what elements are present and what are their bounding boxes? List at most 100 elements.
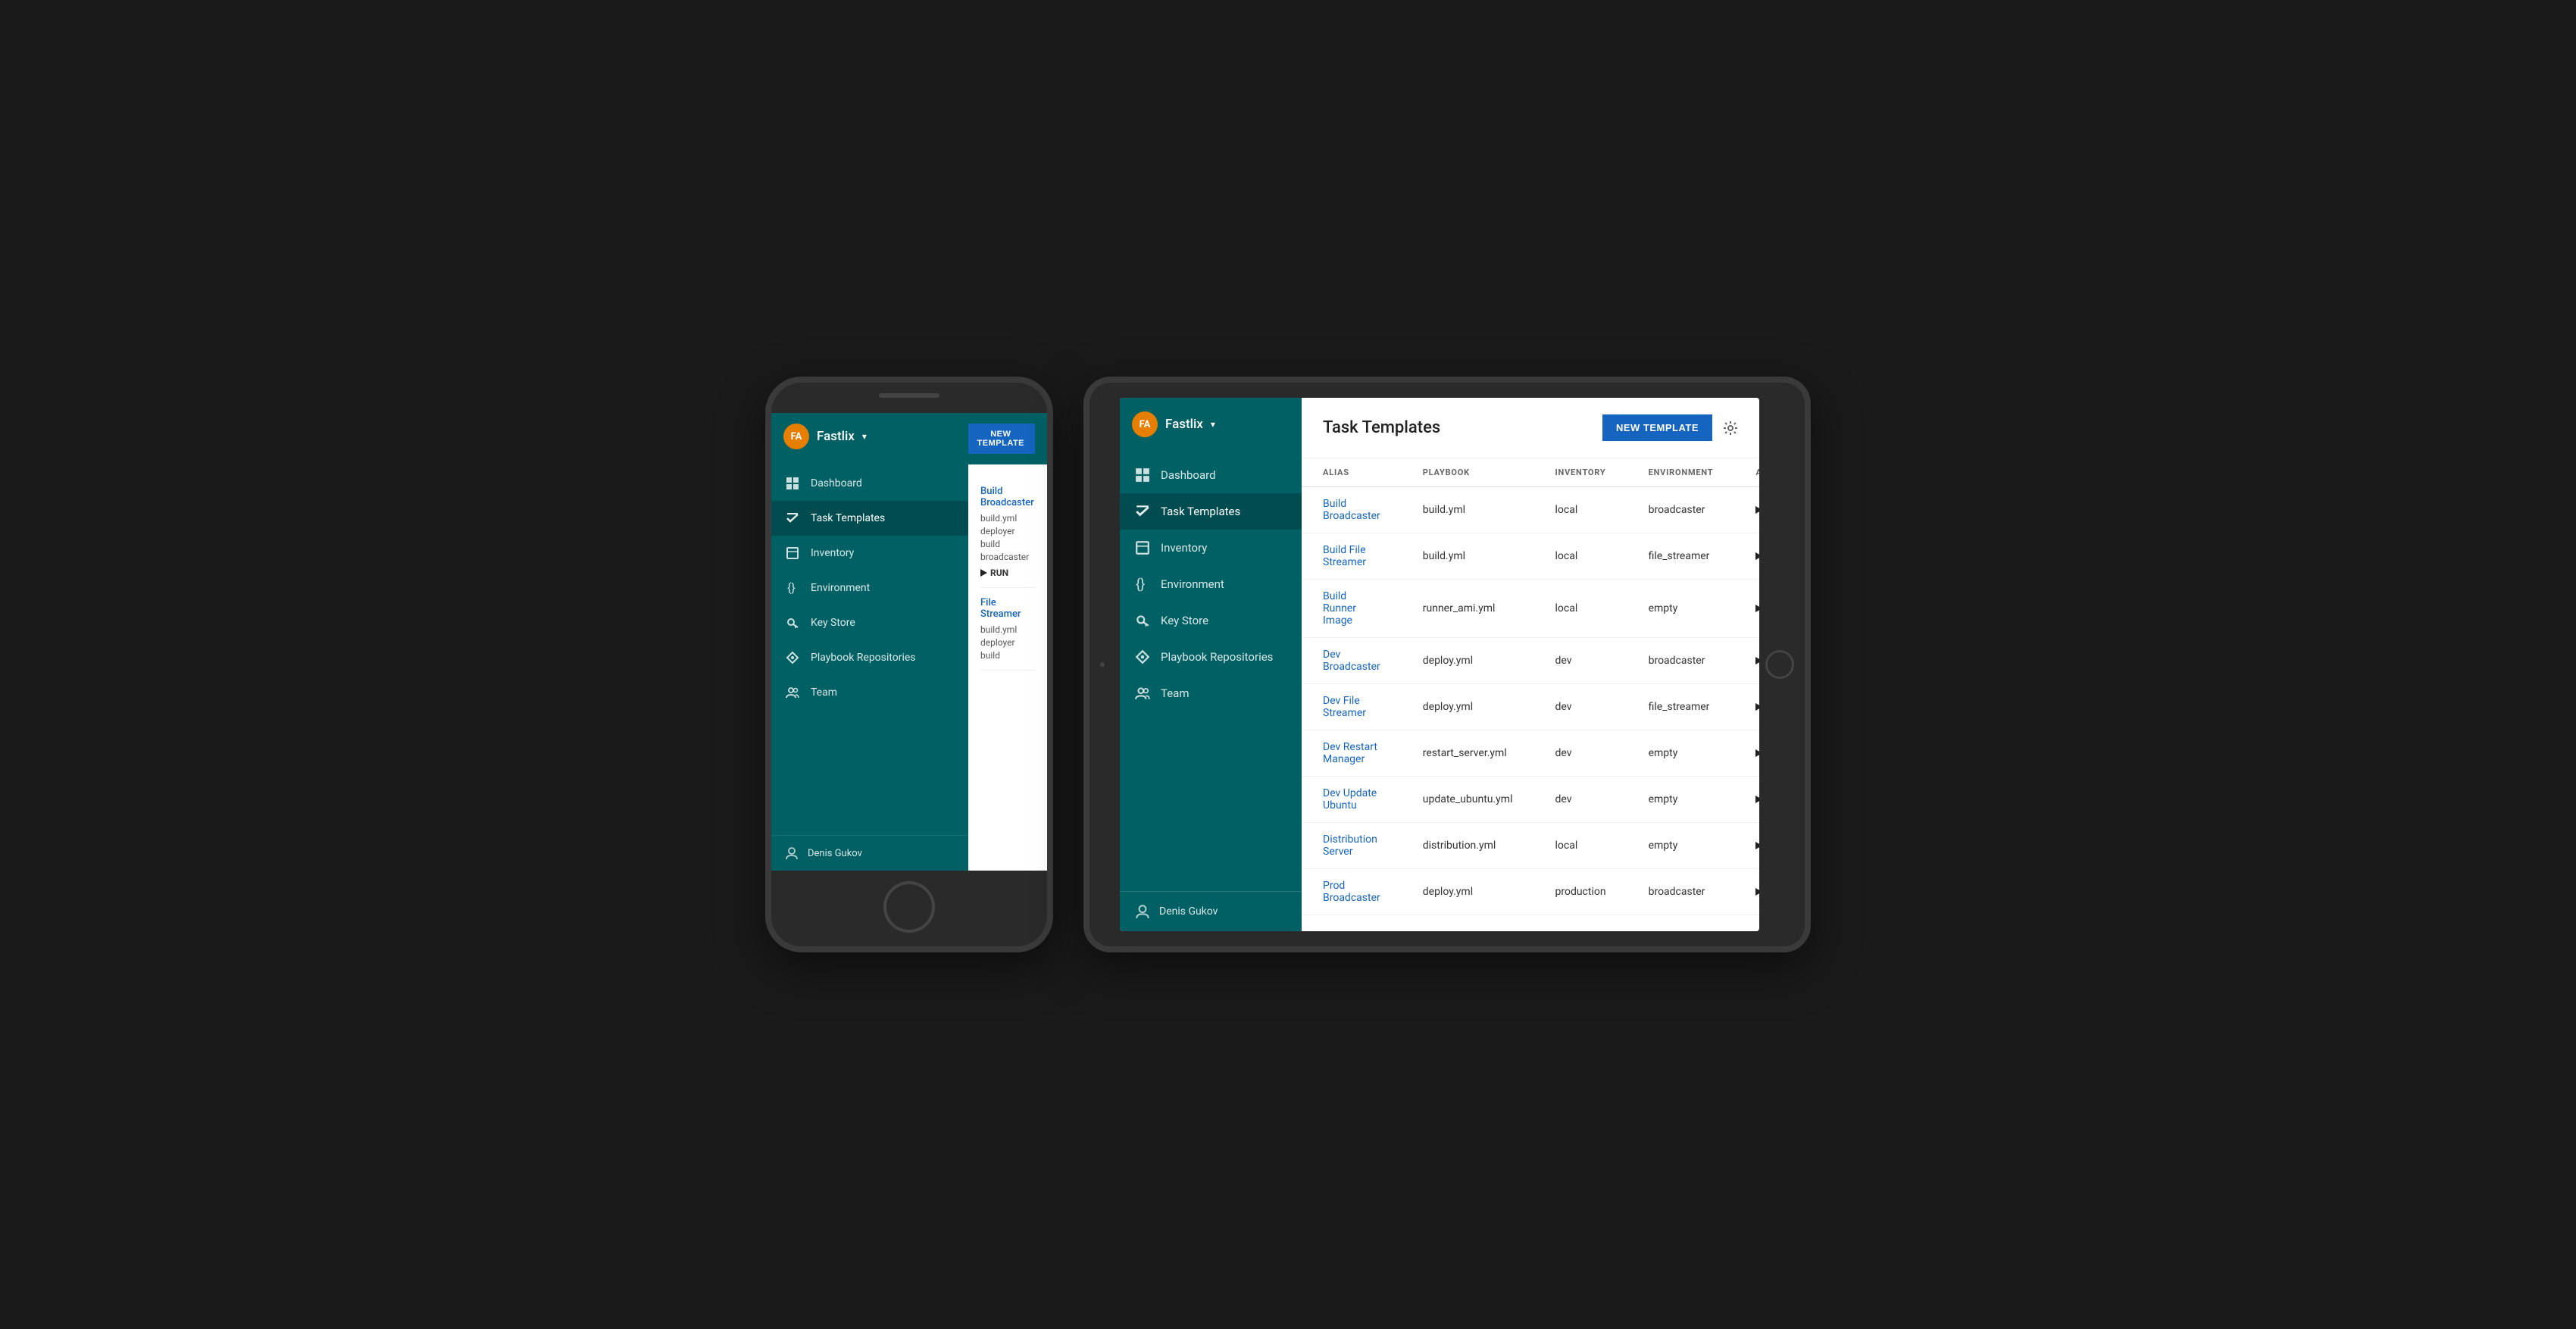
phone-content-body: Build Broadcaster build.yml deployer bui… bbox=[968, 464, 1047, 871]
phone-alias-1[interactable]: Build Broadcaster bbox=[980, 486, 1035, 508]
table-row: Prod Broadcaster deploy.yml production b… bbox=[1302, 869, 1759, 915]
tablet-user-section: Denis Gukov bbox=[1120, 891, 1302, 931]
alias-link-3[interactable]: Dev Broadcaster bbox=[1323, 649, 1380, 673]
inventory-cell-3: dev bbox=[1533, 638, 1627, 684]
tablet-nav-dashboard-label: Dashboard bbox=[1161, 468, 1216, 482]
playbook-cell-7: distribution.yml bbox=[1402, 823, 1534, 869]
phone-inv-1: deployer bbox=[980, 526, 1035, 536]
alias-link-4[interactable]: Dev File Streamer bbox=[1323, 695, 1366, 719]
play-icon-6 bbox=[1755, 796, 1759, 803]
environment-cell-0: broadcaster bbox=[1627, 487, 1735, 533]
tablet-nav-key-store-label: Key Store bbox=[1161, 614, 1208, 627]
data-table: ALIAS PLAYBOOK INVENTORY ENVIRONMENT ACT… bbox=[1302, 458, 1759, 931]
header-actions: NEW TEMPLATE bbox=[1602, 414, 1738, 441]
play-icon-8 bbox=[1755, 888, 1759, 896]
phone-playbook-2: build.yml bbox=[980, 624, 1035, 635]
phone-nav-task-templates[interactable]: Task Templates bbox=[771, 501, 968, 536]
phone-nav-inventory[interactable]: Inventory bbox=[771, 536, 968, 571]
phone-content: NEW TEMPLATE Build Broadcaster build.yml… bbox=[968, 413, 1047, 871]
col-actions: ACTIONS bbox=[1734, 458, 1759, 487]
play-icon-4 bbox=[1755, 703, 1759, 711]
tablet-nav-environment[interactable]: {} Environment bbox=[1120, 566, 1302, 602]
alias-link-5[interactable]: Dev Restart Manager bbox=[1323, 741, 1377, 765]
tablet-nav-task-templates-label: Task Templates bbox=[1161, 505, 1240, 518]
table-header-row: ALIAS PLAYBOOK INVENTORY ENVIRONMENT ACT… bbox=[1302, 458, 1759, 487]
playbook-cell-0: build.yml bbox=[1402, 487, 1534, 533]
alias-link-2[interactable]: Build Runner Image bbox=[1323, 590, 1356, 627]
environment-cell-5: empty bbox=[1627, 730, 1735, 777]
phone-env-1: build bbox=[980, 539, 1035, 549]
run-button-5[interactable]: RUN bbox=[1755, 748, 1759, 759]
tablet-app-name: Fastlix bbox=[1165, 417, 1203, 432]
phone-nav-team[interactable]: Team bbox=[771, 675, 968, 710]
tablet-nav-playbook-repos[interactable]: Playbook Repositories bbox=[1120, 639, 1302, 675]
new-template-button[interactable]: NEW TEMPLATE bbox=[1602, 414, 1712, 441]
col-environment: ENVIRONMENT bbox=[1627, 458, 1735, 487]
environment-cell-3: broadcaster bbox=[1627, 638, 1735, 684]
phone-nav-environment-label: Environment bbox=[811, 582, 870, 594]
run-button-7[interactable]: RUN bbox=[1755, 840, 1759, 852]
alias-link-1[interactable]: Build File Streamer bbox=[1323, 544, 1366, 568]
run-button-3[interactable]: RUN bbox=[1755, 655, 1759, 667]
gear-icon bbox=[1723, 421, 1738, 436]
alias-link-7[interactable]: Distribution Server bbox=[1323, 833, 1377, 858]
playbook-repos-icon bbox=[785, 650, 800, 665]
phone-template-row-1: Build Broadcaster build.yml deployer bui… bbox=[980, 477, 1035, 588]
tablet-key-store-icon bbox=[1135, 613, 1150, 628]
phone-chevron-icon: ▾ bbox=[862, 431, 867, 442]
tablet-nav-dashboard[interactable]: Dashboard bbox=[1120, 457, 1302, 493]
svg-text:{}: {} bbox=[787, 581, 796, 595]
phone-nav-key-store-label: Key Store bbox=[811, 617, 855, 629]
alias-link-6[interactable]: Dev Update Ubuntu bbox=[1323, 787, 1377, 811]
run-button-0[interactable]: RUN bbox=[1755, 505, 1759, 516]
tablet-sidebar: FA Fastlix ▾ bbox=[1120, 398, 1302, 931]
tablet-nav-key-store[interactable]: Key Store bbox=[1120, 602, 1302, 639]
phone-content-header: NEW TEMPLATE bbox=[968, 413, 1047, 464]
play-icon-7 bbox=[1755, 842, 1759, 849]
tablet-chevron-icon: ▾ bbox=[1211, 419, 1215, 430]
settings-button[interactable] bbox=[1723, 421, 1738, 436]
tablet-nav-team[interactable]: Team bbox=[1120, 675, 1302, 711]
playbook-cell-5: restart_server.yml bbox=[1402, 730, 1534, 777]
alias-link-0[interactable]: Build Broadcaster bbox=[1323, 498, 1380, 522]
tablet-nav-inventory[interactable]: Inventory bbox=[1120, 530, 1302, 566]
table-row: Build Runner Image runner_ami.yml local … bbox=[1302, 580, 1759, 638]
table-row: Dev File Streamer deploy.yml dev file_st… bbox=[1302, 684, 1759, 730]
phone-env-2: build bbox=[980, 650, 1035, 661]
phone-nav-environment[interactable]: {} Environment bbox=[771, 571, 968, 605]
environment-cell-7: empty bbox=[1627, 823, 1735, 869]
environment-cell-4: file_streamer bbox=[1627, 684, 1735, 730]
run-button-6[interactable]: RUN bbox=[1755, 794, 1759, 805]
alias-link-8[interactable]: Prod Broadcaster bbox=[1323, 880, 1380, 904]
playbook-cell-2: runner_ami.yml bbox=[1402, 580, 1534, 638]
phone-alias-2[interactable]: File Streamer bbox=[980, 597, 1035, 620]
inventory-cell-6: dev bbox=[1533, 777, 1627, 823]
tablet-nav-inventory-label: Inventory bbox=[1161, 541, 1207, 555]
tablet-nav: Dashboard Task Templates bbox=[1120, 451, 1302, 891]
run-button-2[interactable]: RUN bbox=[1755, 603, 1759, 614]
run-button-8[interactable]: RUN bbox=[1755, 887, 1759, 898]
tablet-nav-environment-label: Environment bbox=[1161, 577, 1224, 591]
phone-new-template-button[interactable]: NEW TEMPLATE bbox=[968, 424, 1035, 454]
phone-nav-task-templates-label: Task Templates bbox=[811, 512, 885, 524]
phone-run-btn-1[interactable]: RUN bbox=[980, 568, 1035, 578]
tablet-main: Task Templates NEW TEMPLATE ALIA bbox=[1302, 398, 1759, 931]
tablet-main-header: Task Templates NEW TEMPLATE bbox=[1302, 398, 1759, 458]
phone-nav-dashboard[interactable]: Dashboard bbox=[771, 466, 968, 501]
tablet-device: FA Fastlix ▾ bbox=[1083, 377, 1811, 952]
play-icon-0 bbox=[1755, 506, 1759, 514]
playbook-cell-3: deploy.yml bbox=[1402, 638, 1534, 684]
tablet-playbook-repos-icon bbox=[1135, 649, 1150, 664]
phone-logo-circle: FA bbox=[783, 424, 809, 449]
phone-nav-playbook-repos[interactable]: Playbook Repositories bbox=[771, 640, 968, 675]
environment-cell-6: empty bbox=[1627, 777, 1735, 823]
phone-nav-key-store[interactable]: Key Store bbox=[771, 605, 968, 640]
phone-nav-playbook-repos-label: Playbook Repositories bbox=[811, 652, 916, 664]
run-button-1[interactable]: RUN bbox=[1755, 551, 1759, 562]
phone-env2-1: broadcaster bbox=[980, 552, 1035, 562]
col-playbook: PLAYBOOK bbox=[1402, 458, 1534, 487]
play-icon-1 bbox=[1755, 552, 1759, 560]
tablet-nav-task-templates[interactable]: Task Templates bbox=[1120, 493, 1302, 530]
run-button-4[interactable]: RUN bbox=[1755, 702, 1759, 713]
page-title: Task Templates bbox=[1323, 418, 1440, 437]
